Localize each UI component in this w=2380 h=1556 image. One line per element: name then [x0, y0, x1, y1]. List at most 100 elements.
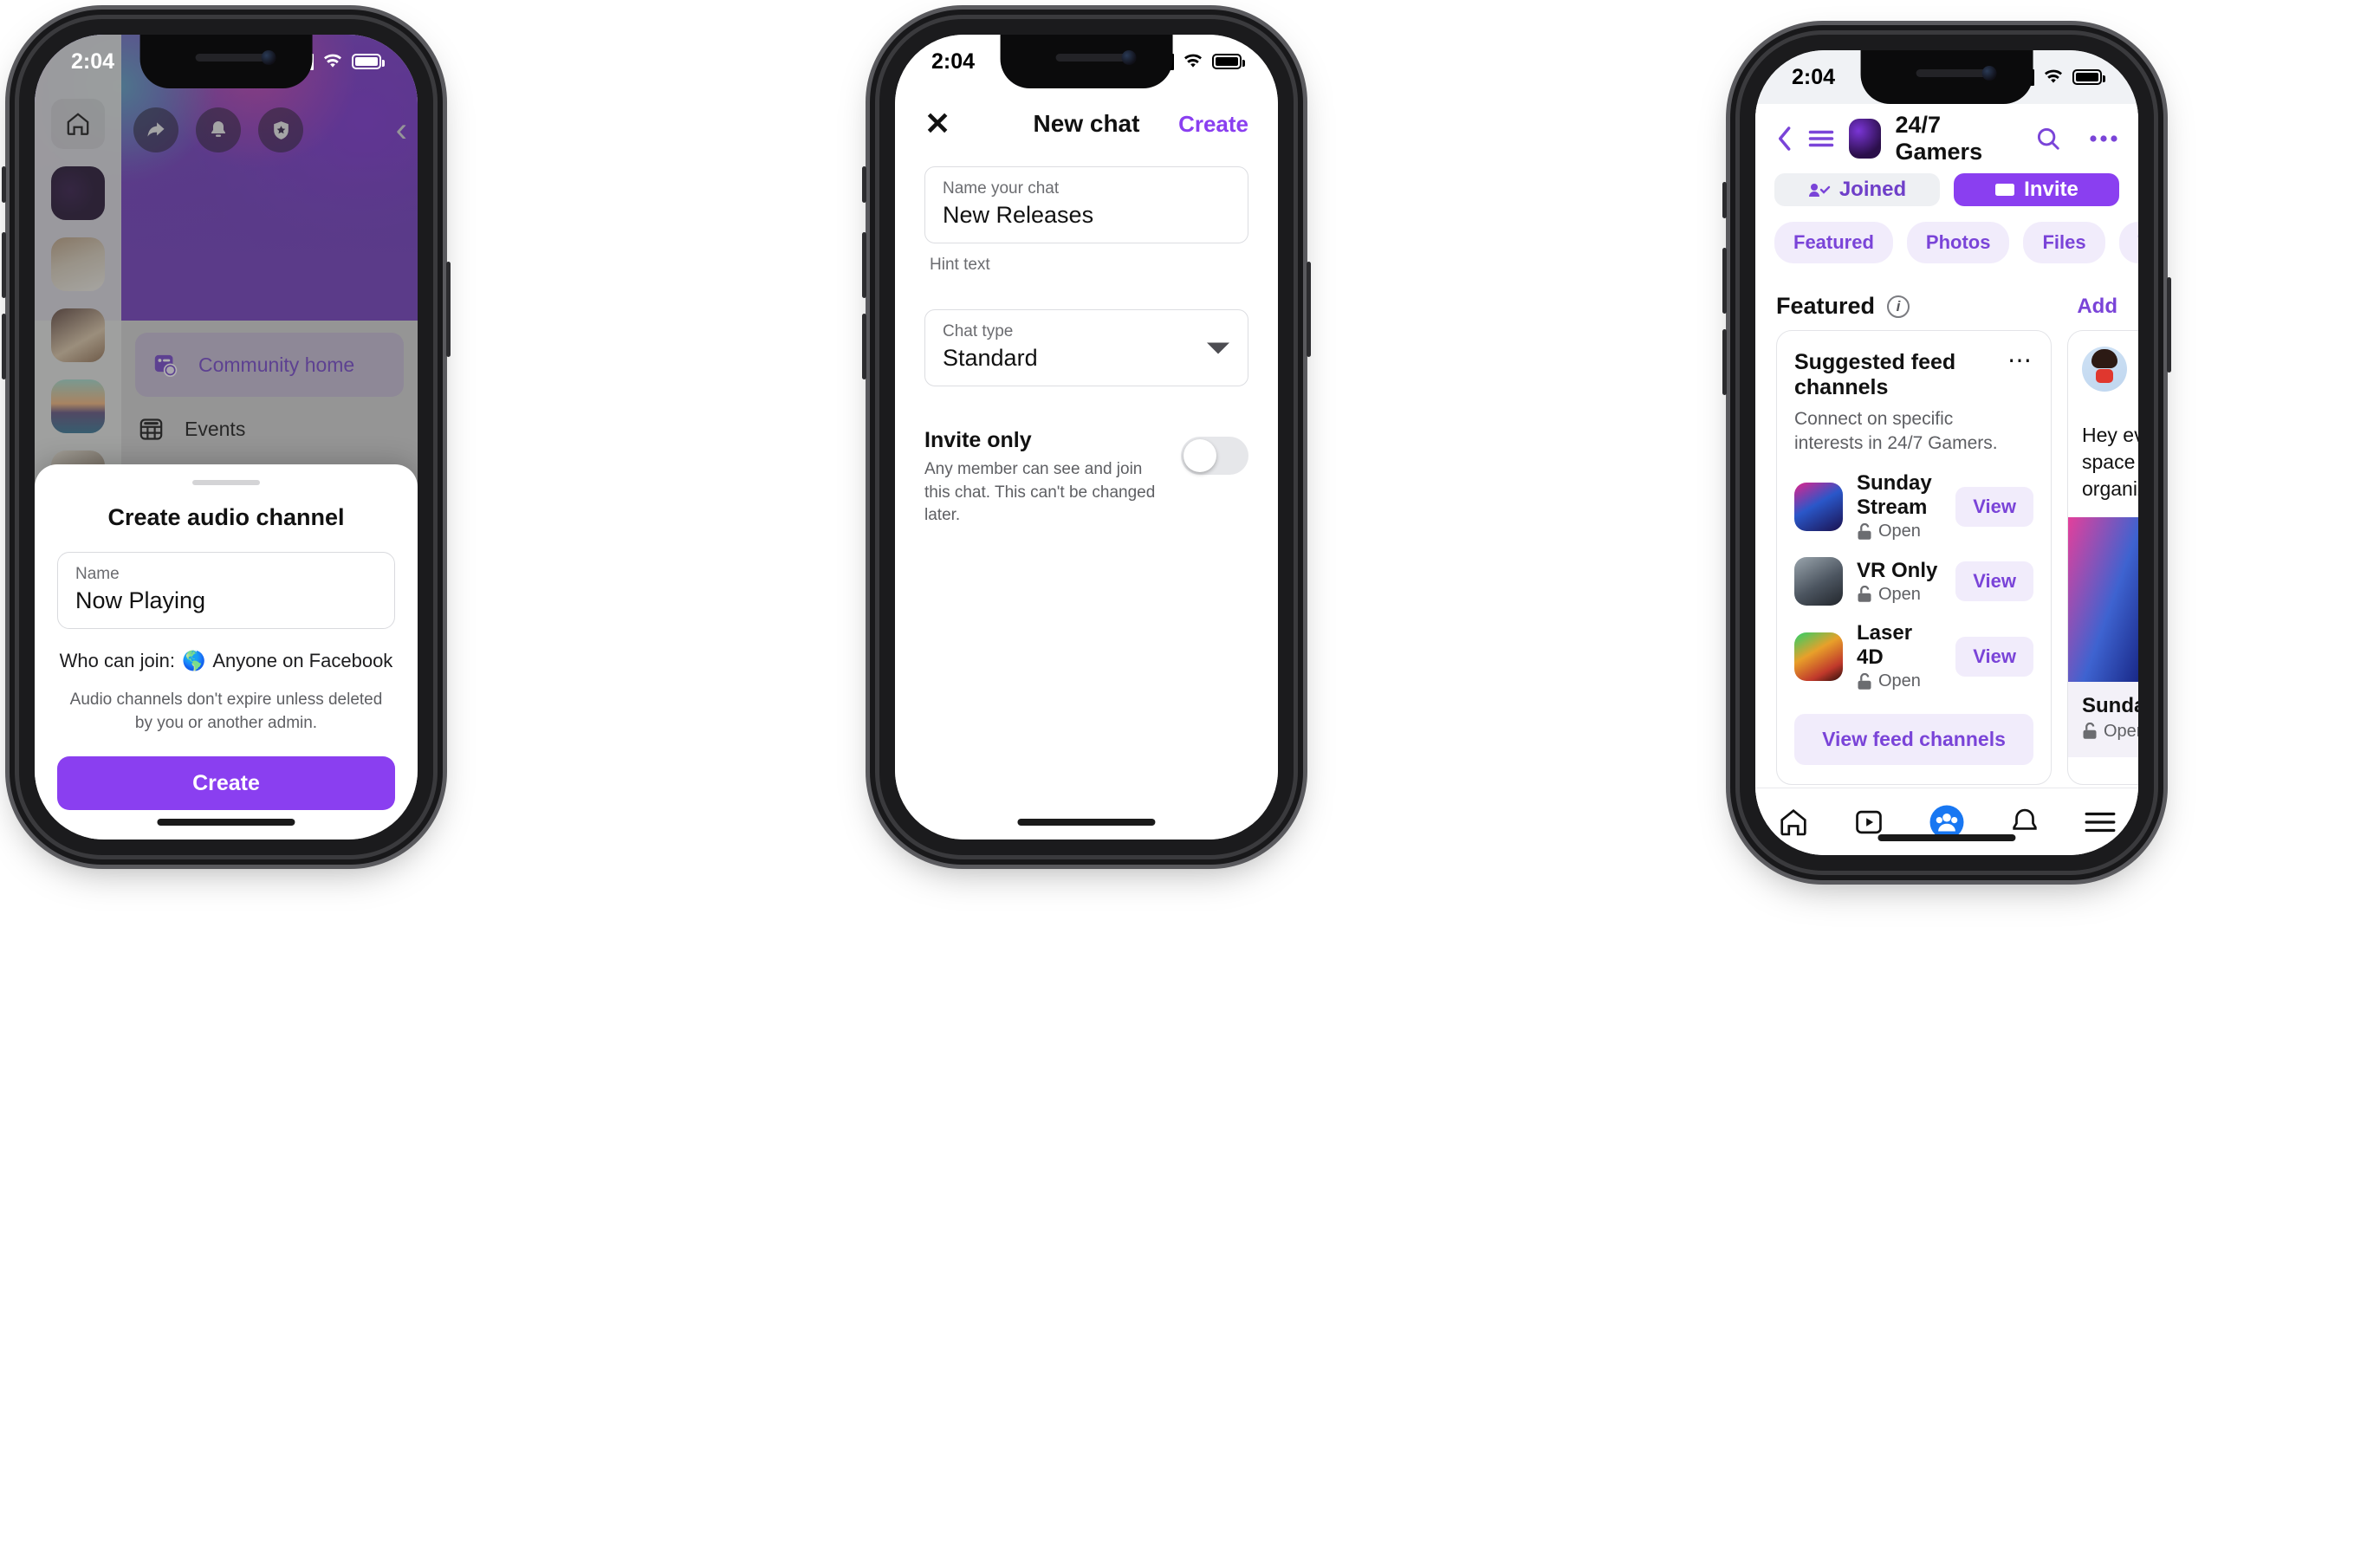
- invite-label: Invite: [2024, 178, 2078, 201]
- list-item[interactable]: Laser 4D Open View: [1794, 621, 2033, 691]
- feed-post-card: Ca cr 8h Hey ever space for organizin Su…: [2067, 330, 2138, 786]
- wifi-icon: [1183, 54, 1203, 69]
- battery-icon: [1212, 54, 1245, 69]
- notch: [1860, 50, 2033, 104]
- post-image: [2068, 516, 2138, 682]
- channel-thumbnail: [1794, 557, 1843, 606]
- more-icon[interactable]: [2090, 134, 2117, 143]
- sheet-drag-handle[interactable]: [192, 479, 260, 485]
- volume-down-button[interactable]: [1722, 329, 1727, 395]
- bottom-tab-bar: [1755, 788, 2138, 855]
- who-can-join-label: Who can join:: [59, 649, 175, 671]
- channel-name: VR Only: [1857, 558, 1938, 582]
- volume-up-button[interactable]: [2, 232, 6, 298]
- channel-name-value: Now Playing: [75, 587, 206, 613]
- create-button[interactable]: Create: [1178, 111, 1248, 138]
- unlock-icon: [1858, 586, 1871, 602]
- unlock-icon: [2083, 723, 2097, 739]
- channel-name-label: Name: [75, 564, 120, 583]
- card-subtitle: Connect on specific interests in 24/7 Ga…: [1794, 408, 1998, 453]
- notch: [139, 35, 313, 88]
- status-time: 2:04: [1792, 64, 1836, 89]
- chip-featured[interactable]: Featured: [1774, 222, 1893, 263]
- power-button[interactable]: [1307, 262, 1311, 357]
- volume-up-button[interactable]: [862, 232, 866, 298]
- page-title: 24/7 Gamers: [1895, 112, 1983, 165]
- mute-switch[interactable]: [862, 166, 866, 203]
- chat-type-select[interactable]: Chat type Standard: [924, 309, 1248, 386]
- community-feed-screen: 24/7 Gamers Joined Invite Featured Photo…: [1755, 50, 2138, 855]
- category-chips[interactable]: Featured Photos Files Topics Re: [1755, 206, 2138, 281]
- view-button[interactable]: View: [1955, 561, 2033, 602]
- list-item[interactable]: Sunday Stream Open View: [1794, 471, 2033, 541]
- channel-status: Open: [1857, 671, 1942, 691]
- channel-thumbnail: [1794, 482, 1843, 531]
- post-text: Hey ever space for organizin: [2082, 424, 2138, 501]
- channel-status: Open: [1857, 522, 1942, 541]
- chip-files[interactable]: Files: [2023, 222, 2105, 263]
- close-icon[interactable]: ✕: [924, 108, 950, 139]
- bell-icon[interactable]: [2008, 806, 2041, 839]
- mute-switch[interactable]: [2, 166, 6, 203]
- channel-name: Laser 4D: [1857, 621, 1913, 670]
- channel-thumbnail: [1794, 632, 1843, 681]
- notch: [1000, 35, 1173, 88]
- mute-switch[interactable]: [1722, 182, 1727, 218]
- chat-name-label: Name your chat: [943, 179, 1060, 198]
- avatar[interactable]: [1849, 119, 1881, 159]
- community-screen: 24/7 Gamers A home for all gamers and al…: [35, 35, 418, 840]
- featured-cards[interactable]: Suggested feed channels Connect on speci…: [1755, 330, 2138, 788]
- home-indicator[interactable]: [1017, 819, 1156, 826]
- volume-down-button[interactable]: [2, 314, 6, 379]
- battery-icon: [352, 54, 385, 69]
- community-action-row: Joined Invite: [1755, 173, 2138, 206]
- chevron-down-icon: [1207, 342, 1229, 353]
- volume-up-button[interactable]: [1722, 248, 1727, 314]
- video-icon[interactable]: [1852, 806, 1885, 839]
- invite-only-toggle[interactable]: [1181, 437, 1248, 475]
- invite-only-row: Invite only Any member can see and join …: [924, 428, 1248, 528]
- channel-name-input[interactable]: Name Now Playing: [57, 551, 395, 629]
- search-icon[interactable]: [2035, 126, 2061, 152]
- menu-icon[interactable]: [2084, 809, 2117, 835]
- suggested-feed-channels-card: Suggested feed channels Connect on speci…: [1776, 330, 2052, 786]
- home-indicator[interactable]: [157, 819, 295, 826]
- feed-scroll-area[interactable]: Joined Invite Featured Photos Files Topi…: [1755, 173, 2138, 788]
- power-button[interactable]: [446, 262, 451, 357]
- invite-only-title: Invite only: [924, 428, 1032, 452]
- home-icon[interactable]: [1777, 806, 1810, 839]
- who-can-join-row[interactable]: Who can join: 🌎 Anyone on Facebook: [57, 650, 395, 672]
- status-time: 2:04: [71, 49, 115, 74]
- home-indicator[interactable]: [1877, 834, 2016, 841]
- chip-photos[interactable]: Photos: [1906, 222, 2010, 263]
- power-button[interactable]: [2167, 277, 2171, 373]
- info-icon[interactable]: i: [1887, 295, 1910, 318]
- create-button[interactable]: Create: [57, 756, 395, 810]
- channel-status: Open: [1857, 585, 1937, 605]
- view-button[interactable]: View: [1955, 486, 2033, 527]
- hint-text: Hint text: [930, 256, 990, 274]
- unlock-icon: [1858, 522, 1871, 540]
- invite-only-description: Any member can see and join this chat. T…: [924, 460, 1156, 525]
- post-action: cr: [2137, 369, 2138, 390]
- joined-button[interactable]: Joined: [1774, 173, 1940, 206]
- phone-left: 24/7 Gamers A home for all gamers and al…: [2, 19, 451, 855]
- list-item[interactable]: VR Only Open View: [1794, 557, 2033, 606]
- new-chat-form: Name your chat New Releases Hint text Ch…: [895, 166, 1278, 840]
- joined-label: Joined: [1839, 178, 1907, 201]
- more-icon[interactable]: ⋯: [2007, 347, 2033, 372]
- add-button[interactable]: Add: [2077, 295, 2117, 319]
- chip-topics[interactable]: Topics: [2118, 222, 2138, 263]
- volume-down-button[interactable]: [862, 314, 866, 379]
- invite-button[interactable]: Invite: [1954, 173, 2119, 206]
- view-button[interactable]: View: [1955, 636, 2033, 677]
- view-feed-channels-button[interactable]: View feed channels: [1794, 714, 2033, 766]
- chat-type-label: Chat type: [943, 322, 1014, 340]
- phone-right: 24/7 Gamers Joined Invite Featured Photo…: [1722, 35, 2171, 871]
- phone-center: ✕ New chat Create Name your chat New Rel…: [862, 19, 1311, 855]
- back-icon[interactable]: [1776, 125, 1793, 152]
- chat-name-input[interactable]: Name your chat New Releases: [924, 166, 1248, 243]
- channel-title: Sunday J: [2082, 693, 2138, 717]
- hamburger-icon[interactable]: [1808, 128, 1834, 149]
- channel-name: Sunday Stream: [1857, 471, 1932, 520]
